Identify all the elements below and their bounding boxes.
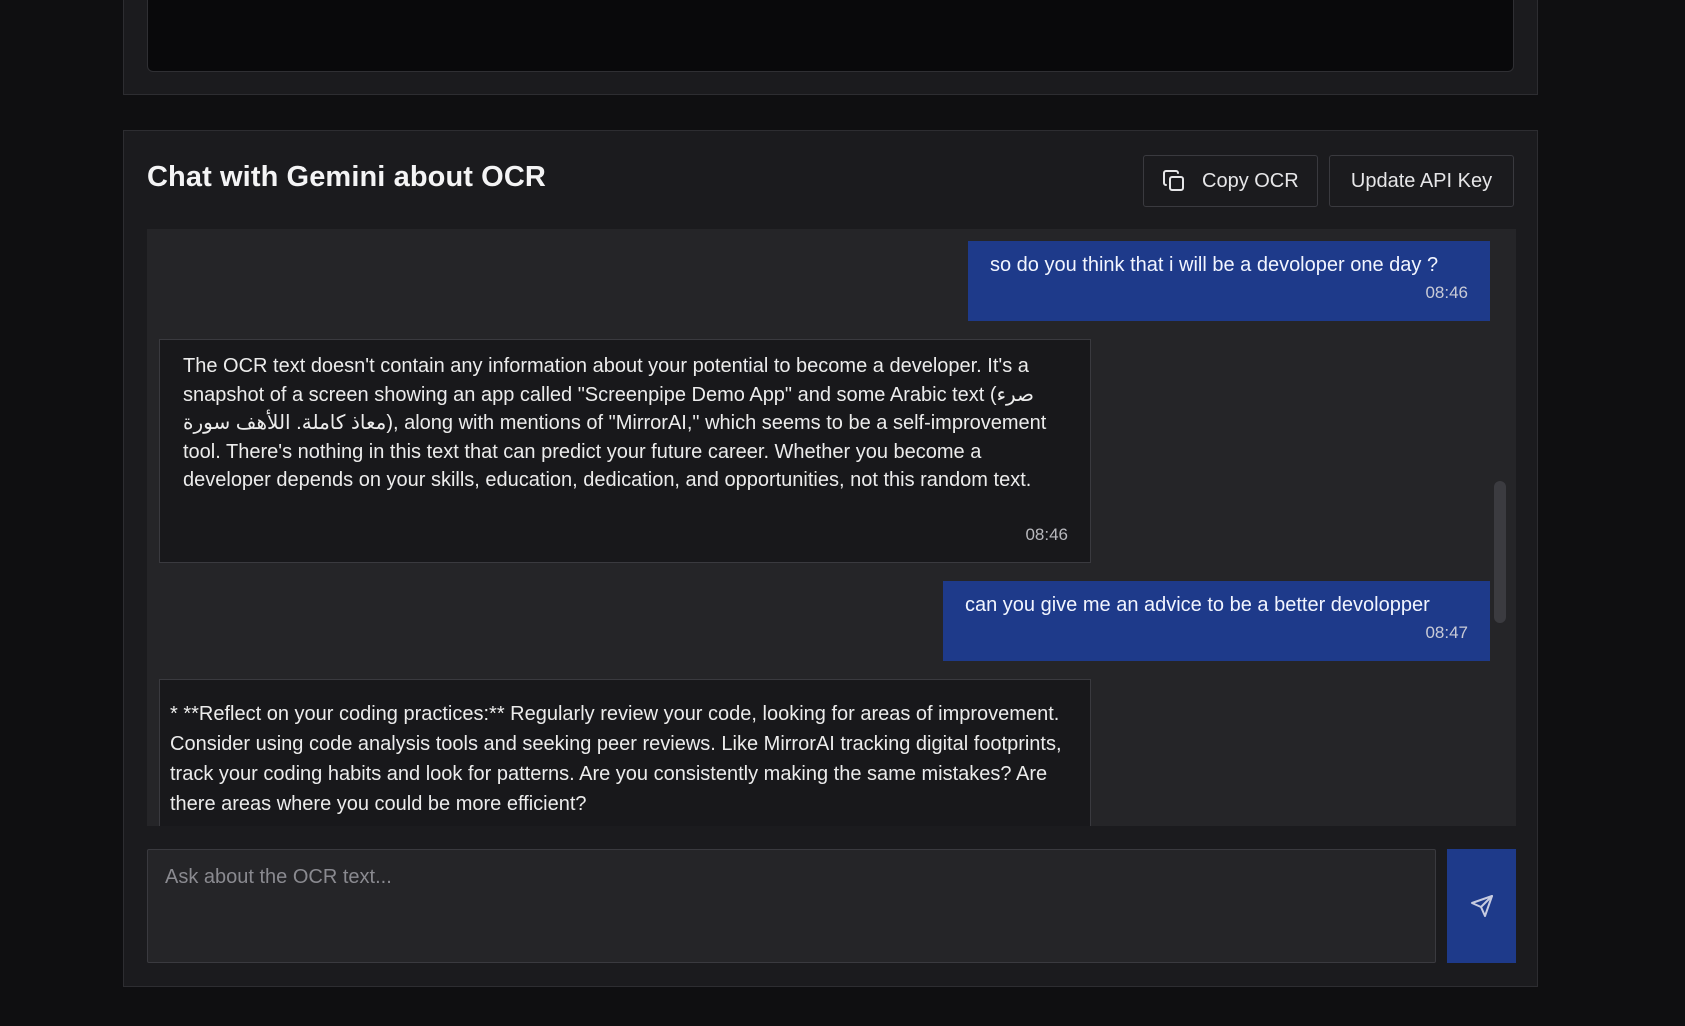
message-text: * **Reflect on your coding practices:** … (170, 703, 1062, 815)
send-icon (1470, 894, 1494, 918)
ocr-text-panel (123, 0, 1538, 95)
user-message: can you give me an advice to be a better… (943, 581, 1490, 661)
copy-ocr-label: Copy OCR (1202, 169, 1299, 192)
copy-ocr-button[interactable]: Copy OCR (1143, 155, 1318, 207)
user-message: so do you think that i will be a devolop… (968, 241, 1490, 321)
header-actions: Copy OCR Update API Key (1143, 155, 1514, 207)
chat-panel: Chat with Gemini about OCR Copy OCR Upda… (123, 130, 1538, 987)
chat-messages[interactable]: so do you think that i will be a devolop… (147, 229, 1516, 826)
message-timestamp: 08:47 (1425, 622, 1468, 642)
send-button[interactable] (1447, 849, 1516, 963)
assistant-message: * **Reflect on your coding practices:** … (159, 679, 1091, 826)
messages-scrollbar[interactable] (1494, 481, 1506, 623)
chat-title: Chat with Gemini about OCR (147, 161, 546, 193)
message-text: so do you think that i will be a devolop… (990, 254, 1439, 276)
message-timestamp: 08:46 (1425, 282, 1468, 302)
ocr-text-area[interactable] (147, 0, 1514, 72)
copy-icon (1162, 169, 1186, 193)
message-text: can you give me an advice to be a better… (965, 594, 1430, 616)
message-timestamp: 08:46 (1025, 525, 1068, 544)
message-text: The OCR text doesn't contain any informa… (183, 355, 1047, 492)
assistant-message: The OCR text doesn't contain any informa… (159, 339, 1091, 563)
update-api-key-button[interactable]: Update API Key (1329, 155, 1514, 207)
chat-input[interactable] (147, 849, 1436, 963)
